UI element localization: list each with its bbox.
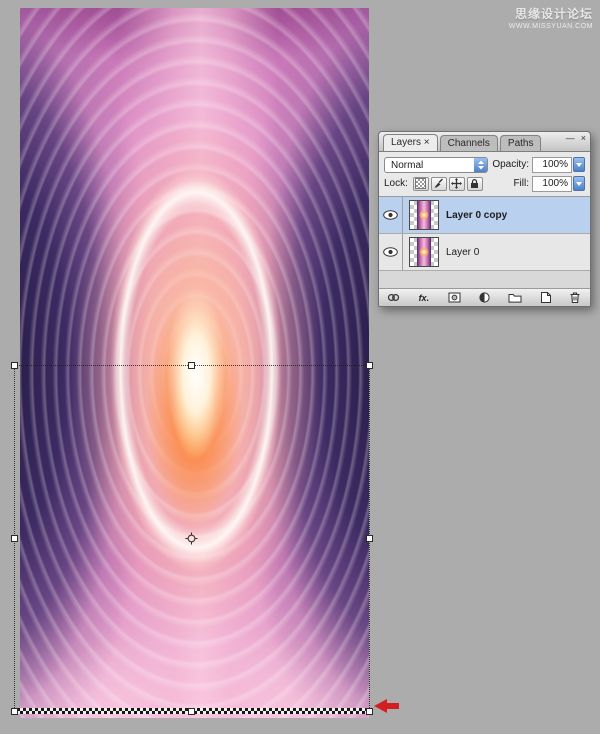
layers-panel-bottom-bar: fx. <box>379 289 590 306</box>
opacity-dropdown-icon[interactable] <box>573 157 585 172</box>
eye-icon <box>383 210 398 220</box>
layers-panel-controls: Normal Opacity: 100% Lock: Fill: 100% <box>379 152 590 197</box>
transform-handle-middle-right[interactable] <box>366 535 373 542</box>
layer-list: Layer 0 copy Layer 0 <box>379 197 590 289</box>
new-layer-icon <box>540 292 551 303</box>
adjustment-layer-icon <box>479 292 490 303</box>
layer-thumbnail[interactable] <box>409 200 439 230</box>
transform-handle-top-left[interactable] <box>11 362 18 369</box>
layer-row-layer-0[interactable]: Layer 0 <box>379 234 590 271</box>
layer-thumbnail[interactable] <box>409 237 439 267</box>
transform-reference-point[interactable] <box>185 532 198 545</box>
blend-mode-stepper-icon[interactable] <box>474 157 487 172</box>
tab-channels[interactable]: Channels <box>439 135 498 151</box>
thumbnail-artwork <box>417 201 431 229</box>
fill-label: Fill: <box>513 178 529 189</box>
transform-handle-top-center[interactable] <box>188 362 195 369</box>
trash-icon <box>570 292 580 304</box>
new-group-button[interactable] <box>507 291 522 305</box>
lock-buttons <box>412 176 485 191</box>
fill-dropdown-icon[interactable] <box>573 176 585 191</box>
transform-handle-middle-left[interactable] <box>11 535 18 542</box>
padlock-icon <box>471 179 479 188</box>
drag-direction-arrow <box>374 699 400 713</box>
move-icon <box>451 178 463 189</box>
lock-transparency-button[interactable] <box>412 176 429 191</box>
panel-minimize-button[interactable]: — <box>566 133 575 143</box>
tab-paths[interactable]: Paths <box>499 135 542 151</box>
blend-mode-select[interactable]: Normal <box>384 156 488 173</box>
lock-position-button[interactable] <box>448 176 465 191</box>
adjustment-layer-button[interactable] <box>477 291 492 305</box>
opacity-label: Opacity: <box>492 159 529 170</box>
layers-panel-header: Layers × Channels Paths — × <box>379 132 590 152</box>
lock-all-button[interactable] <box>466 176 483 191</box>
visibility-toggle[interactable] <box>379 234 403 270</box>
layer-style-button[interactable]: fx. <box>416 291 431 305</box>
fill-field[interactable]: 100% <box>532 175 572 192</box>
layer-mask-icon <box>448 292 461 303</box>
layer-name[interactable]: Layer 0 <box>446 247 479 258</box>
transparency-checker-icon <box>415 178 427 189</box>
transform-handle-bottom-center[interactable] <box>188 708 195 715</box>
layer-name[interactable]: Layer 0 copy <box>446 210 507 221</box>
transform-handle-top-right[interactable] <box>366 362 373 369</box>
link-icon <box>387 293 400 302</box>
thumbnail-artwork <box>417 238 431 266</box>
lock-pixels-button[interactable] <box>430 176 447 191</box>
link-layers-button[interactable] <box>386 291 401 305</box>
delete-layer-button[interactable] <box>568 291 583 305</box>
blend-mode-value: Normal <box>391 159 424 171</box>
opacity-field[interactable]: 100% <box>532 156 572 173</box>
panel-window-controls: — × <box>566 133 586 143</box>
watermark-title: 思缘设计论坛 <box>514 7 593 21</box>
watermark: 思缘设计论坛 WWW.MISSYUAN.COM <box>509 5 593 30</box>
tab-layers[interactable]: Layers × <box>383 134 438 151</box>
brush-icon <box>434 178 444 188</box>
arrow-tail <box>387 703 399 709</box>
panel-close-button[interactable]: × <box>581 133 586 143</box>
lock-label: Lock: <box>384 178 408 189</box>
transform-handle-bottom-right[interactable] <box>366 708 373 715</box>
arrow-head <box>374 699 387 713</box>
visibility-toggle[interactable] <box>379 197 403 233</box>
layer-row-layer-0-copy[interactable]: Layer 0 copy <box>379 197 590 234</box>
folder-icon <box>508 294 522 303</box>
panel-tabs: Layers × Channels Paths <box>383 134 543 151</box>
new-layer-button[interactable] <box>538 291 553 305</box>
add-layer-mask-button[interactable] <box>447 291 462 305</box>
watermark-url: WWW.MISSYUAN.COM <box>508 23 593 30</box>
eye-icon <box>383 247 398 257</box>
transform-handle-bottom-left[interactable] <box>11 708 18 715</box>
layers-panel: Layers × Channels Paths — × Normal Opaci… <box>378 131 591 307</box>
